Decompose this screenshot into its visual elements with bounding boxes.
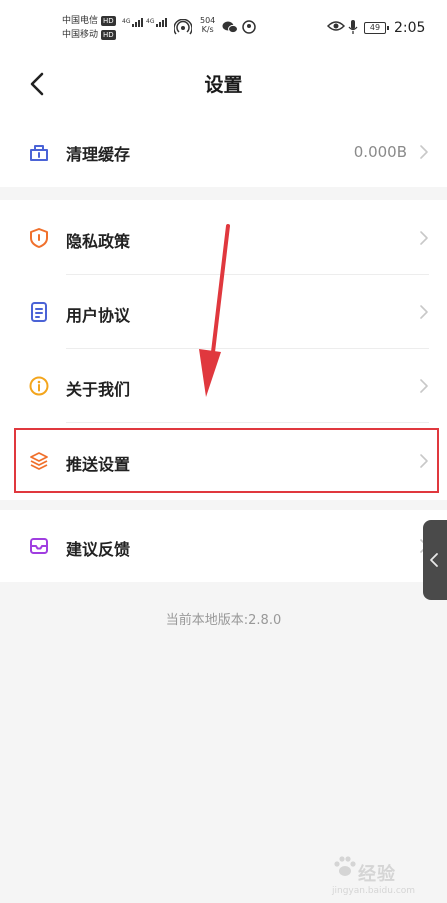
feedback-row[interactable]: 建议反馈 — [0, 510, 447, 582]
shield-icon — [30, 228, 48, 248]
chevron-right-icon — [420, 231, 428, 245]
hd-badge-2: HD — [101, 30, 116, 40]
clock: 2:05 — [394, 20, 426, 36]
paw-logo-icon — [334, 856, 356, 876]
chevron-right-icon — [420, 145, 428, 159]
hd-badge-1: HD — [101, 16, 116, 26]
inbox-icon — [30, 538, 48, 554]
chevron-left-icon — [430, 553, 438, 567]
privacy-policy-row[interactable]: 隐私政策 — [0, 200, 447, 274]
microphone-icon — [348, 20, 358, 34]
chevron-right-icon — [420, 379, 428, 393]
battery-icon: 49 — [364, 22, 389, 34]
page-title: 设置 — [204, 74, 243, 96]
version-text: 当前本地版本:2.8.0 — [165, 613, 282, 628]
signal-2-icon: 4G — [146, 18, 168, 27]
cache-size: 0.000B — [353, 143, 407, 161]
cache-section: 清理缓存 0.000B — [0, 116, 447, 187]
eye-icon — [327, 21, 345, 31]
about-us-row[interactable]: 关于我们 — [0, 349, 447, 423]
floating-side-tab[interactable] — [423, 520, 447, 600]
nav-bar: 设置 — [0, 58, 447, 116]
user-agreement-label: 用户协议 — [66, 306, 131, 325]
network-speed: 504 K/s — [200, 16, 216, 34]
feedback-section: 建议反馈 — [0, 510, 447, 582]
user-agreement-row[interactable]: 用户协议 — [0, 275, 447, 349]
privacy-policy-label: 隐私政策 — [66, 232, 131, 251]
highlight-box — [14, 428, 439, 493]
signal-1-icon: 4G — [122, 18, 144, 27]
basket-icon — [30, 145, 48, 161]
watermark: 经验 jingyan.baidu.com — [330, 848, 440, 898]
chevron-right-icon — [420, 305, 428, 319]
wechat-icon — [222, 21, 238, 34]
carrier-info: 中国电信 HD 中国移动 HD — [62, 14, 116, 42]
notification-app-icon — [242, 20, 256, 34]
clear-cache-row[interactable]: 清理缓存 0.000B — [0, 116, 447, 187]
document-icon — [31, 302, 47, 322]
info-icon — [29, 376, 49, 396]
clear-cache-label: 清理缓存 — [66, 145, 131, 164]
feedback-label: 建议反馈 — [66, 540, 131, 559]
hotspot-icon — [174, 19, 192, 35]
status-bar: 中国电信 HD 中国移动 HD 4G 4G 504 K/s 49 2:05 — [0, 0, 447, 58]
carrier-2: 中国移动 — [62, 30, 99, 40]
carrier-1: 中国电信 — [62, 16, 99, 26]
about-us-label: 关于我们 — [66, 380, 131, 399]
